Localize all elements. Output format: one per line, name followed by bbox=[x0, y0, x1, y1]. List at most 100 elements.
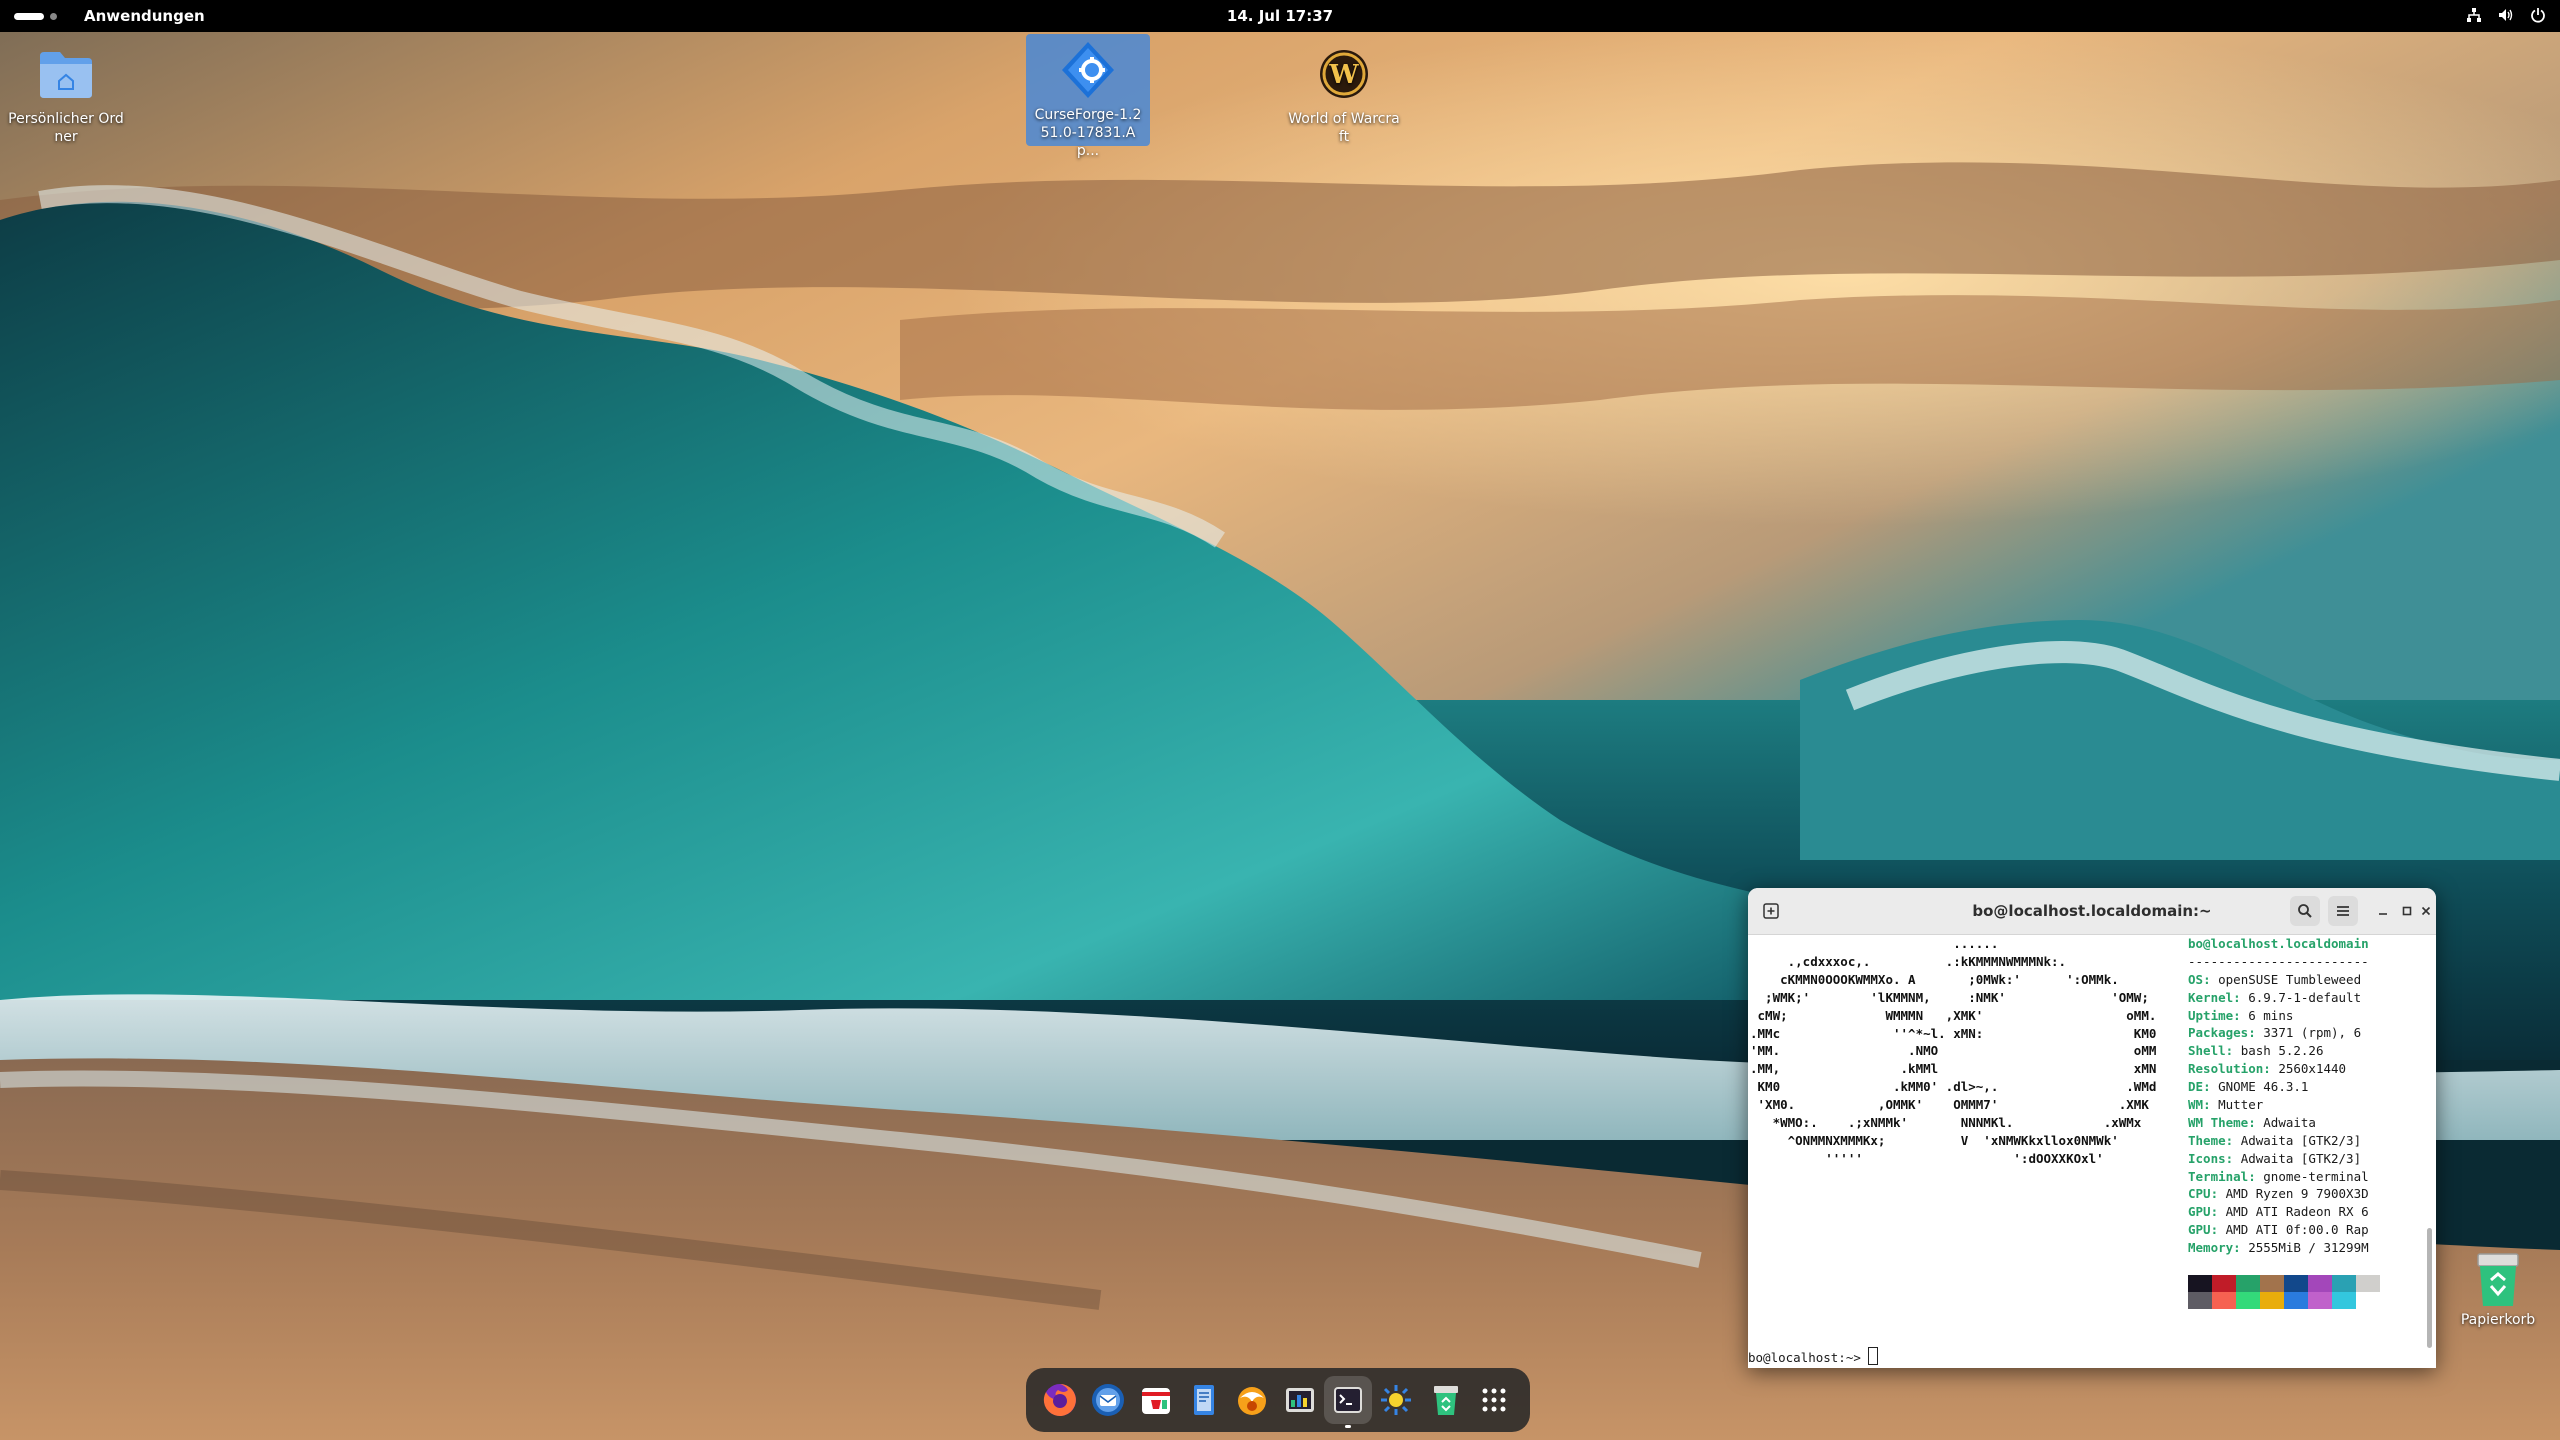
new-tab-button[interactable] bbox=[1756, 896, 1786, 926]
info-row: Icons: Adwaita [GTK2/3] bbox=[2188, 1150, 2362, 1166]
terminal-scrollbar[interactable] bbox=[2426, 935, 2433, 1368]
hamburger-menu-icon bbox=[2337, 906, 2349, 916]
info-row: Terminal: gnome-terminal bbox=[2188, 1168, 2369, 1184]
dock-trash[interactable] bbox=[1422, 1376, 1470, 1424]
dock-lutris[interactable] bbox=[1228, 1376, 1276, 1424]
palette-swatch bbox=[2236, 1292, 2260, 1309]
minimize-icon bbox=[2379, 913, 2387, 915]
palette-swatch bbox=[2332, 1292, 2356, 1309]
settings-extension-icon bbox=[1381, 1385, 1411, 1415]
info-row: OS: openSUSE Tumbleweed bbox=[2188, 971, 2362, 987]
desktop-icon-trash[interactable]: Papierkorb bbox=[2436, 1248, 2560, 1328]
palette-row-bright bbox=[2188, 1292, 2380, 1309]
dock-terminal[interactable] bbox=[1324, 1376, 1372, 1428]
system-monitor-icon bbox=[1286, 1388, 1314, 1412]
dash-dock bbox=[1026, 1368, 1530, 1432]
software-store-icon bbox=[1142, 1388, 1170, 1414]
info-row: CPU: AMD Ryzen 9 7900X3D bbox=[2188, 1186, 2369, 1202]
info-row: DE: GNOME 46.3.1 bbox=[2188, 1079, 2309, 1095]
clock-date-time[interactable]: 14. Jul 17:37 bbox=[1227, 7, 1333, 25]
menu-button[interactable] bbox=[2328, 896, 2358, 926]
trash-icon bbox=[2466, 1248, 2530, 1312]
close-icon bbox=[2421, 906, 2431, 916]
info-row: WM: Mutter bbox=[2188, 1097, 2264, 1113]
maximize-icon bbox=[2402, 906, 2412, 916]
palette-swatch bbox=[2356, 1275, 2380, 1292]
palette-swatch bbox=[2260, 1292, 2284, 1309]
workspace-indicator-active bbox=[14, 12, 44, 20]
palette-swatch bbox=[2332, 1275, 2356, 1292]
running-indicator bbox=[1345, 1425, 1351, 1428]
palette-row-normal bbox=[2188, 1275, 2380, 1292]
terminal-content[interactable]: ...... .,cdxxxoc,. .:kKMMMNWMMMNk:. cKMM… bbox=[1748, 935, 2436, 1368]
text-cursor bbox=[1868, 1347, 1879, 1365]
top-bar: Anwendungen 14. Jul 17:37 bbox=[0, 0, 2560, 32]
power-icon[interactable] bbox=[2530, 7, 2546, 23]
activities-button[interactable] bbox=[14, 10, 57, 22]
app-grid-icon bbox=[1482, 1388, 1506, 1412]
info-row: WM Theme: Adwaita bbox=[2188, 1114, 2316, 1130]
thunderbird-icon bbox=[1092, 1384, 1124, 1416]
applications-menu[interactable]: Anwendungen bbox=[84, 7, 205, 25]
volume-icon[interactable] bbox=[2498, 7, 2514, 23]
home-folder-icon bbox=[34, 42, 98, 106]
palette-swatch bbox=[2308, 1292, 2332, 1309]
desktop-icon-curseforge[interactable]: CurseForge-1.2 51.0-17831.Ap... bbox=[1026, 34, 1150, 159]
search-icon bbox=[2298, 904, 2312, 918]
text-editor-icon bbox=[1194, 1385, 1214, 1415]
info-row: GPU: AMD ATI Radeon RX 6 bbox=[2188, 1204, 2369, 1220]
wow-icon: W bbox=[1312, 42, 1376, 106]
info-user-host: bo@localhost.localdomain bbox=[2188, 936, 2369, 951]
terminal-headerbar[interactable]: bo@localhost.localdomain:~ bbox=[1748, 888, 2436, 935]
terminal-icon bbox=[1334, 1387, 1362, 1413]
close-button[interactable] bbox=[2416, 896, 2436, 926]
palette-swatch bbox=[2212, 1292, 2236, 1309]
curseforge-icon bbox=[1056, 38, 1120, 102]
info-row: Uptime: 6 mins bbox=[2188, 1007, 2294, 1023]
workspace-indicator bbox=[50, 12, 57, 20]
desktop-icon-label: Persönlicher Ordner bbox=[8, 111, 124, 145]
color-palette bbox=[2188, 1275, 2380, 1309]
info-row: Theme: Adwaita [GTK2/3] bbox=[2188, 1132, 2362, 1148]
dock-extensions[interactable] bbox=[1372, 1376, 1420, 1424]
dock-firefox[interactable] bbox=[1036, 1376, 1084, 1424]
palette-swatch bbox=[2188, 1275, 2212, 1292]
info-row: Resolution: 2560x1440 bbox=[2188, 1061, 2347, 1077]
dock-thunderbird[interactable] bbox=[1084, 1376, 1132, 1424]
info-row: Packages: 3371 (rpm), 6 bbox=[2188, 1025, 2362, 1041]
palette-swatch bbox=[2212, 1275, 2236, 1292]
palette-swatch bbox=[2188, 1292, 2212, 1309]
shell-prompt[interactable]: bo@localhost:~> bbox=[1748, 1347, 1879, 1367]
clock-display: 14. Jul 17:37 bbox=[0, 7, 2560, 25]
palette-swatch bbox=[2284, 1292, 2308, 1309]
terminal-window[interactable]: bo@localhost.localdomain:~ ...... .,cdxx… bbox=[1748, 888, 2436, 1368]
info-row: Shell: bash 5.2.26 bbox=[2188, 1043, 2324, 1059]
desktop-icon-label: World of Warcraft bbox=[1288, 111, 1400, 145]
trash-dock-icon bbox=[1434, 1386, 1458, 1415]
palette-swatch bbox=[2356, 1292, 2380, 1309]
info-separator: ------------------------ bbox=[2188, 953, 2369, 969]
palette-swatch bbox=[2236, 1275, 2260, 1292]
search-button[interactable] bbox=[2290, 896, 2320, 926]
palette-swatch bbox=[2284, 1275, 2308, 1292]
trash-label: Papierkorb bbox=[2460, 1312, 2536, 1328]
lutris-icon bbox=[1238, 1387, 1266, 1415]
scrollbar-thumb[interactable] bbox=[2427, 1228, 2432, 1348]
info-row: Memory: 2555MiB / 31299M bbox=[2188, 1240, 2369, 1256]
palette-swatch bbox=[2308, 1275, 2332, 1292]
desktop-icon-home-folder[interactable]: Persönlicher Ordner bbox=[4, 38, 128, 146]
network-icon[interactable] bbox=[2466, 7, 2482, 23]
palette-swatch bbox=[2260, 1275, 2284, 1292]
svg-text:W: W bbox=[1328, 60, 1359, 90]
desktop-icon-label: CurseForge-1.2 51.0-17831.Ap... bbox=[1034, 107, 1142, 159]
info-row: Kernel: 6.9.7-1-default bbox=[2188, 989, 2362, 1005]
desktop-icon-world-of-warcraft[interactable]: W World of Warcraft bbox=[1282, 38, 1406, 146]
firefox-icon bbox=[1043, 1384, 1076, 1416]
dock-system-monitor[interactable] bbox=[1276, 1376, 1324, 1424]
info-row: GPU: AMD ATI 0f:00.0 Rap bbox=[2188, 1222, 2369, 1238]
dock-text-editor[interactable] bbox=[1180, 1376, 1228, 1424]
fastfetch-info: bo@localhost.localdomain ---------------… bbox=[2188, 935, 2436, 1257]
dock-software[interactable] bbox=[1132, 1376, 1180, 1424]
dock-app-grid[interactable] bbox=[1470, 1376, 1518, 1424]
system-tray[interactable] bbox=[2466, 7, 2546, 23]
